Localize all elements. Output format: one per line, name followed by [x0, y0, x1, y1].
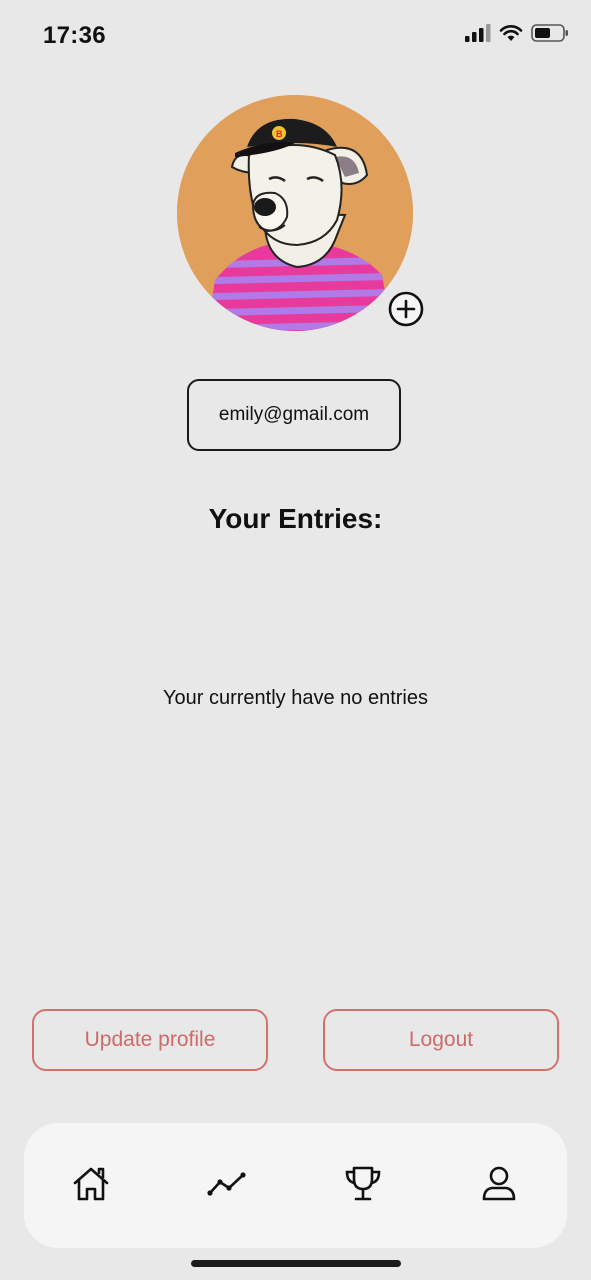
home-indicator: [191, 1260, 401, 1267]
dog-avatar-image: B: [177, 95, 413, 331]
user-icon: [482, 1166, 516, 1201]
email-field[interactable]: emily@gmail.com: [187, 379, 401, 451]
status-icons: [465, 24, 569, 42]
wifi-icon: [499, 25, 523, 41]
avatar[interactable]: B: [177, 95, 413, 331]
battery-icon: [531, 24, 568, 42]
plus-circle-icon[interactable]: [388, 291, 424, 327]
signal-icon: [465, 24, 491, 42]
svg-text:B: B: [276, 129, 283, 139]
trophy-icon: [345, 1166, 381, 1201]
home-icon: [73, 1167, 109, 1201]
status-time: 17:36: [43, 22, 106, 49]
tab-home[interactable]: [68, 1161, 114, 1207]
tab-stats[interactable]: [204, 1161, 250, 1207]
empty-entries-message: Your currently have no entries: [163, 687, 428, 709]
avatar-container: B: [177, 95, 424, 333]
update-profile-button[interactable]: Update profile: [32, 1009, 268, 1071]
tab-profile[interactable]: [476, 1161, 522, 1207]
chart-line-icon: [207, 1172, 246, 1196]
tab-bar: [24, 1123, 567, 1248]
status-bar: 17:36: [0, 0, 591, 70]
logout-button[interactable]: Logout: [323, 1009, 559, 1071]
entries-title: Your Entries:: [208, 503, 383, 534]
tab-achievements[interactable]: [340, 1161, 386, 1207]
